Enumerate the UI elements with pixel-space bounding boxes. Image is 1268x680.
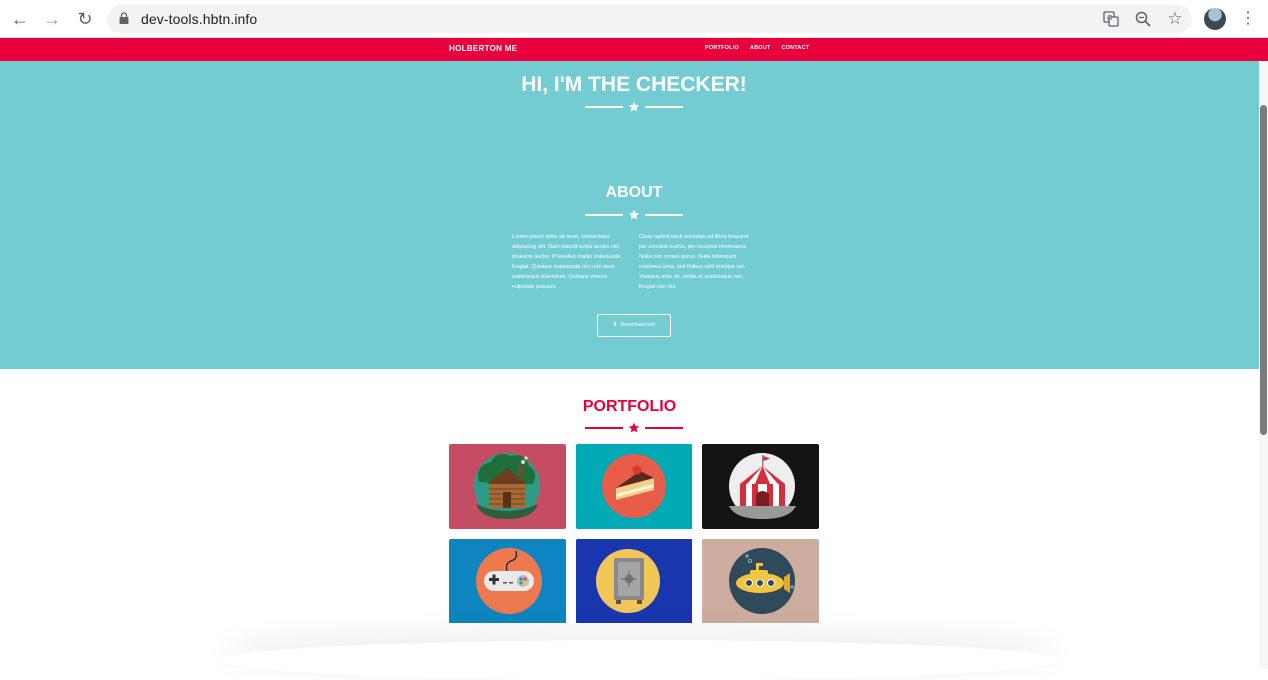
section-shadow (220, 640, 1060, 680)
submarine-icon (702, 539, 819, 623)
back-arrow-icon[interactable]: ← (10, 9, 30, 29)
forward-arrow-icon[interactable]: → (42, 9, 62, 29)
star-icon (628, 209, 640, 220)
cabin-icon (449, 444, 566, 529)
portfolio-item-cabin[interactable] (449, 444, 566, 529)
download-button-label: Download me! (620, 322, 656, 328)
scrollbar-thumb[interactable] (1260, 105, 1267, 435)
about-text-left: Lorem ipsum dolor sit amet, consectetur … (512, 234, 621, 290)
nav-link-about[interactable]: ABOUT (750, 45, 771, 51)
game-controller-icon (449, 539, 566, 623)
site-navbar: HOLBERTON ME PORTFOLIO ABOUT CONTACT (0, 38, 1268, 61)
star-icon (628, 422, 640, 433)
portfolio-item-submarine[interactable] (702, 539, 819, 624)
site-brand[interactable]: HOLBERTON ME (449, 44, 517, 53)
about-text-right: Class aptent taciti sociosqu ad litora t… (639, 234, 749, 290)
svg-text:G: G (1107, 14, 1112, 22)
safe-icon (576, 539, 692, 623)
hero-heading: HI, I'M THE CHECKER! (521, 73, 747, 96)
zoom-icon[interactable] (1134, 10, 1152, 28)
hero-divider (585, 101, 683, 113)
portfolio-divider (585, 422, 683, 434)
menu-kebab-icon[interactable]: ⋮ (1240, 9, 1256, 29)
lock-icon (119, 12, 129, 24)
star-icon (628, 101, 640, 112)
download-icon: ⬇ (612, 322, 618, 328)
browser-toolbar: ← → ↻ dev-tools.hbtn.info G ☆ ⋮ (0, 0, 1268, 38)
circus-tent-icon (702, 444, 819, 529)
portfolio-heading: PORTFOLIO (582, 398, 677, 415)
reload-icon[interactable]: ↻ (75, 9, 95, 29)
portfolio-item-safe[interactable] (576, 539, 693, 624)
translate-icon[interactable]: G (1102, 10, 1120, 28)
about-heading: ABOUT (605, 184, 663, 201)
nav-link-portfolio[interactable]: PORTFOLIO (705, 45, 739, 51)
portfolio-item-cake[interactable] (576, 444, 693, 529)
nav-link-contact[interactable]: CONTACT (781, 45, 809, 51)
download-button[interactable]: ⬇ Download me! (597, 314, 671, 337)
portfolio-item-controller[interactable] (449, 539, 566, 624)
hero-section: HI, I'M THE CHECKER! ABOUT Lorem ipsum d… (0, 61, 1268, 369)
address-bar[interactable]: dev-tools.hbtn.info G ☆ (107, 5, 1192, 33)
bookmark-star-icon[interactable]: ☆ (1166, 10, 1184, 28)
nav-links: PORTFOLIO ABOUT CONTACT (705, 45, 809, 51)
url-text[interactable]: dev-tools.hbtn.info (141, 11, 257, 27)
profile-avatar[interactable] (1204, 8, 1226, 30)
about-divider (585, 209, 683, 221)
portfolio-item-circus[interactable] (702, 444, 819, 529)
cake-slice-icon (576, 444, 692, 529)
